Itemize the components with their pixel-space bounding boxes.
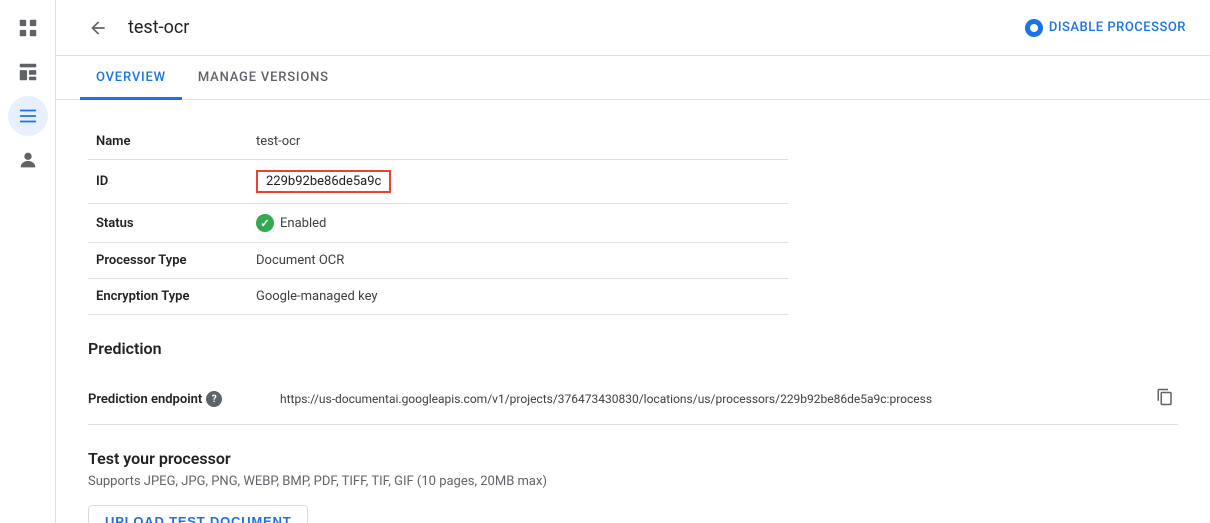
field-value-status: Enabled	[248, 204, 788, 243]
copy-url-button[interactable]	[1152, 384, 1178, 414]
field-label-processor-type: Processor Type	[88, 243, 248, 279]
field-label-status: Status	[88, 204, 248, 243]
sidebar-item-person[interactable]	[8, 140, 48, 180]
content-area: Name test-ocr ID 229b92be86de5a9c Status…	[56, 100, 1210, 523]
field-value-name: test-ocr	[248, 124, 788, 160]
back-button[interactable]	[80, 10, 116, 46]
id-badge: 229b92be86de5a9c	[256, 170, 391, 193]
status-enabled: Enabled	[256, 214, 780, 232]
test-section-title: Test your processor	[88, 449, 1178, 468]
sidebar	[0, 0, 56, 523]
field-label-encryption-type: Encryption Type	[88, 279, 248, 315]
sidebar-item-document-list[interactable]	[8, 8, 48, 48]
field-label-id: ID	[88, 160, 248, 204]
table-row: Name test-ocr	[88, 124, 788, 160]
field-value-processor-type: Document OCR	[248, 243, 788, 279]
sidebar-item-dashboard[interactable]	[8, 52, 48, 92]
tab-manage-versions[interactable]: MANAGE VERSIONS	[182, 56, 345, 100]
tab-overview[interactable]: OVERVIEW	[80, 56, 182, 100]
field-value-id: 229b92be86de5a9c	[248, 160, 788, 204]
upload-test-document-button[interactable]: UPLOAD TEST DOCUMENT	[88, 505, 308, 523]
main-content: test-ocr DISABLE PROCESSOR OVERVIEW MANA…	[56, 0, 1210, 523]
help-icon[interactable]: ?	[206, 391, 222, 407]
info-table: Name test-ocr ID 229b92be86de5a9c Status…	[88, 124, 788, 315]
prediction-section-title: Prediction	[88, 339, 1178, 358]
check-circle-icon	[256, 214, 274, 232]
field-value-encryption-type: Google-managed key	[248, 279, 788, 315]
test-section: Test your processor Supports JPEG, JPG, …	[88, 449, 1178, 523]
tabs-bar: OVERVIEW MANAGE VERSIONS	[56, 56, 1210, 100]
table-row: ID 229b92be86de5a9c	[88, 160, 788, 204]
test-section-subtitle: Supports JPEG, JPG, PNG, WEBP, BMP, PDF,…	[88, 474, 1178, 489]
table-row: Encryption Type Google-managed key	[88, 279, 788, 315]
prediction-endpoint-label: Prediction endpoint ?	[88, 391, 268, 407]
disable-processor-button[interactable]: DISABLE PROCESSOR	[1025, 19, 1186, 37]
header: test-ocr DISABLE PROCESSOR	[56, 0, 1210, 56]
table-row: Processor Type Document OCR	[88, 243, 788, 279]
disable-icon	[1025, 19, 1043, 37]
field-label-name: Name	[88, 124, 248, 160]
disable-button-label: DISABLE PROCESSOR	[1049, 20, 1186, 35]
prediction-row: Prediction endpoint ? https://us-documen…	[88, 374, 1178, 425]
page-title: test-ocr	[128, 17, 1013, 38]
prediction-url: https://us-documentai.googleapis.com/v1/…	[280, 392, 1140, 406]
table-row: Status Enabled	[88, 204, 788, 243]
sidebar-item-pipeline[interactable]	[8, 96, 48, 136]
